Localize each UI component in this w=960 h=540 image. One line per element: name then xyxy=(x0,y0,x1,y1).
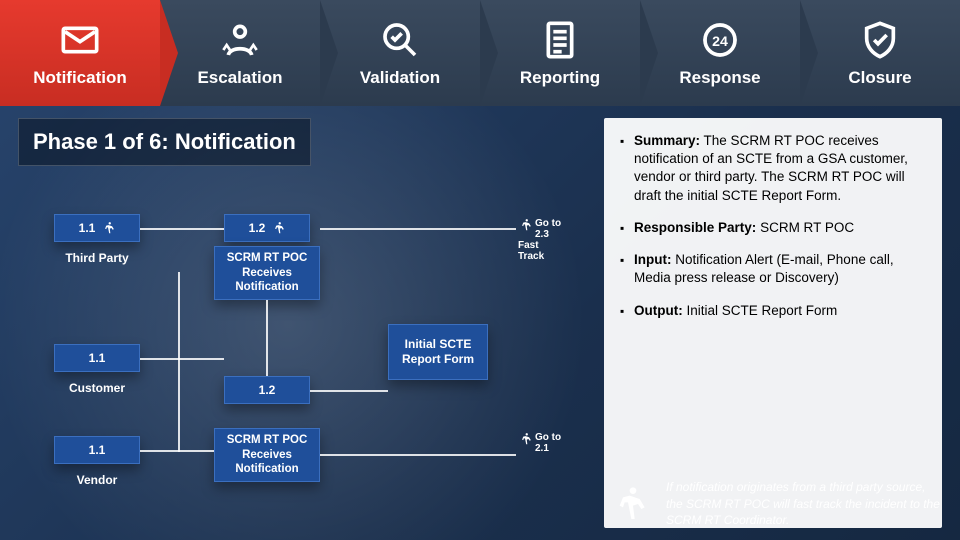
runner-icon xyxy=(271,221,285,235)
flow-node-tp-num: 1.1 xyxy=(54,214,140,242)
input-item: Input: Notification Alert (E-mail, Phone… xyxy=(620,251,926,287)
person-up-icon xyxy=(218,18,262,62)
badge-24-icon xyxy=(698,18,742,62)
flow-node-initial: Initial SCTE Report Form xyxy=(388,324,488,380)
footer-text: If notification originates from a third … xyxy=(666,479,942,528)
flow-node-vend-label: Vendor xyxy=(54,468,140,492)
flow-node-cust-num2: 1.2 xyxy=(224,376,310,404)
footer-note: If notification originates from a third … xyxy=(602,479,942,528)
goto-text: Go to 2.1 xyxy=(535,432,561,454)
responsible-item: Responsible Party: SCRM RT POC xyxy=(620,219,926,237)
flow-node-cust-label: Customer xyxy=(54,376,140,400)
responsible-label: Responsible Party: xyxy=(634,220,756,235)
flow-node-vend-desc: SCRM RT POC Receives Notification xyxy=(214,428,320,482)
nav-step-notification[interactable]: Notification xyxy=(0,0,160,106)
flow-node-tp-desc: SCRM RT POC Receives Notification xyxy=(214,246,320,300)
flow-num-text: 1.2 xyxy=(249,221,266,236)
nav-step-response[interactable]: Response xyxy=(640,0,800,106)
nav-label: Closure xyxy=(848,68,911,88)
doc-lines-icon xyxy=(538,18,582,62)
responsible-text: SCRM RT POC xyxy=(760,220,854,235)
nav-label: Notification xyxy=(33,68,127,88)
runner-icon xyxy=(602,484,654,524)
flow-node-cust-num: 1.1 xyxy=(54,344,140,372)
flow-connector xyxy=(140,228,224,230)
flow-connector xyxy=(320,454,516,456)
summary-panel: Summary: The SCRM RT POC receives notifi… xyxy=(604,118,942,528)
flow-connector xyxy=(320,228,516,230)
flow-num-text: 1.1 xyxy=(79,221,96,236)
runner-icon xyxy=(101,221,115,235)
nav-label: Escalation xyxy=(197,68,282,88)
input-text: Notification Alert (E-mail, Phone call, … xyxy=(634,252,894,285)
flow-connector xyxy=(310,390,388,392)
shield-check-icon xyxy=(858,18,902,62)
flow-connector xyxy=(266,300,268,376)
magnify-check-icon xyxy=(378,18,422,62)
nav-label: Validation xyxy=(360,68,440,88)
output-text: Initial SCTE Report Form xyxy=(687,303,838,318)
flow-node-tp-label: Third Party xyxy=(54,246,140,270)
flow-connector xyxy=(140,450,214,452)
flow-node-tp-num2: 1.2 xyxy=(224,214,310,242)
input-label: Input: xyxy=(634,252,671,267)
flow-node-vend-num: 1.1 xyxy=(54,436,140,464)
flowchart: 1.1 Third Party 1.2 SCRM RT POC Receives… xyxy=(18,172,588,532)
nav-step-closure[interactable]: Closure xyxy=(800,0,960,106)
nav-step-escalation[interactable]: Escalation xyxy=(160,0,320,106)
output-label: Output: xyxy=(634,303,683,318)
nav-step-reporting[interactable]: Reporting xyxy=(480,0,640,106)
flow-goto-fasttrack: Go to 2.3 Fast Track xyxy=(518,218,564,262)
mail-icon xyxy=(58,18,102,62)
process-nav: Notification Escalation Validation Repor… xyxy=(0,0,960,106)
nav-step-validation[interactable]: Validation xyxy=(320,0,480,106)
phase-title: Phase 1 of 6: Notification xyxy=(18,118,311,166)
nav-label: Response xyxy=(679,68,760,88)
summary-label: Summary: xyxy=(634,133,700,148)
output-item: Output: Initial SCTE Report Form xyxy=(620,302,926,320)
runner-icon xyxy=(518,432,532,446)
flow-connector xyxy=(178,272,180,452)
flow-goto-21: Go to 2.1 xyxy=(518,432,564,454)
summary-item: Summary: The SCRM RT POC receives notifi… xyxy=(620,132,926,205)
runner-icon xyxy=(518,218,532,232)
nav-label: Reporting xyxy=(520,68,600,88)
flow-connector xyxy=(140,358,224,360)
